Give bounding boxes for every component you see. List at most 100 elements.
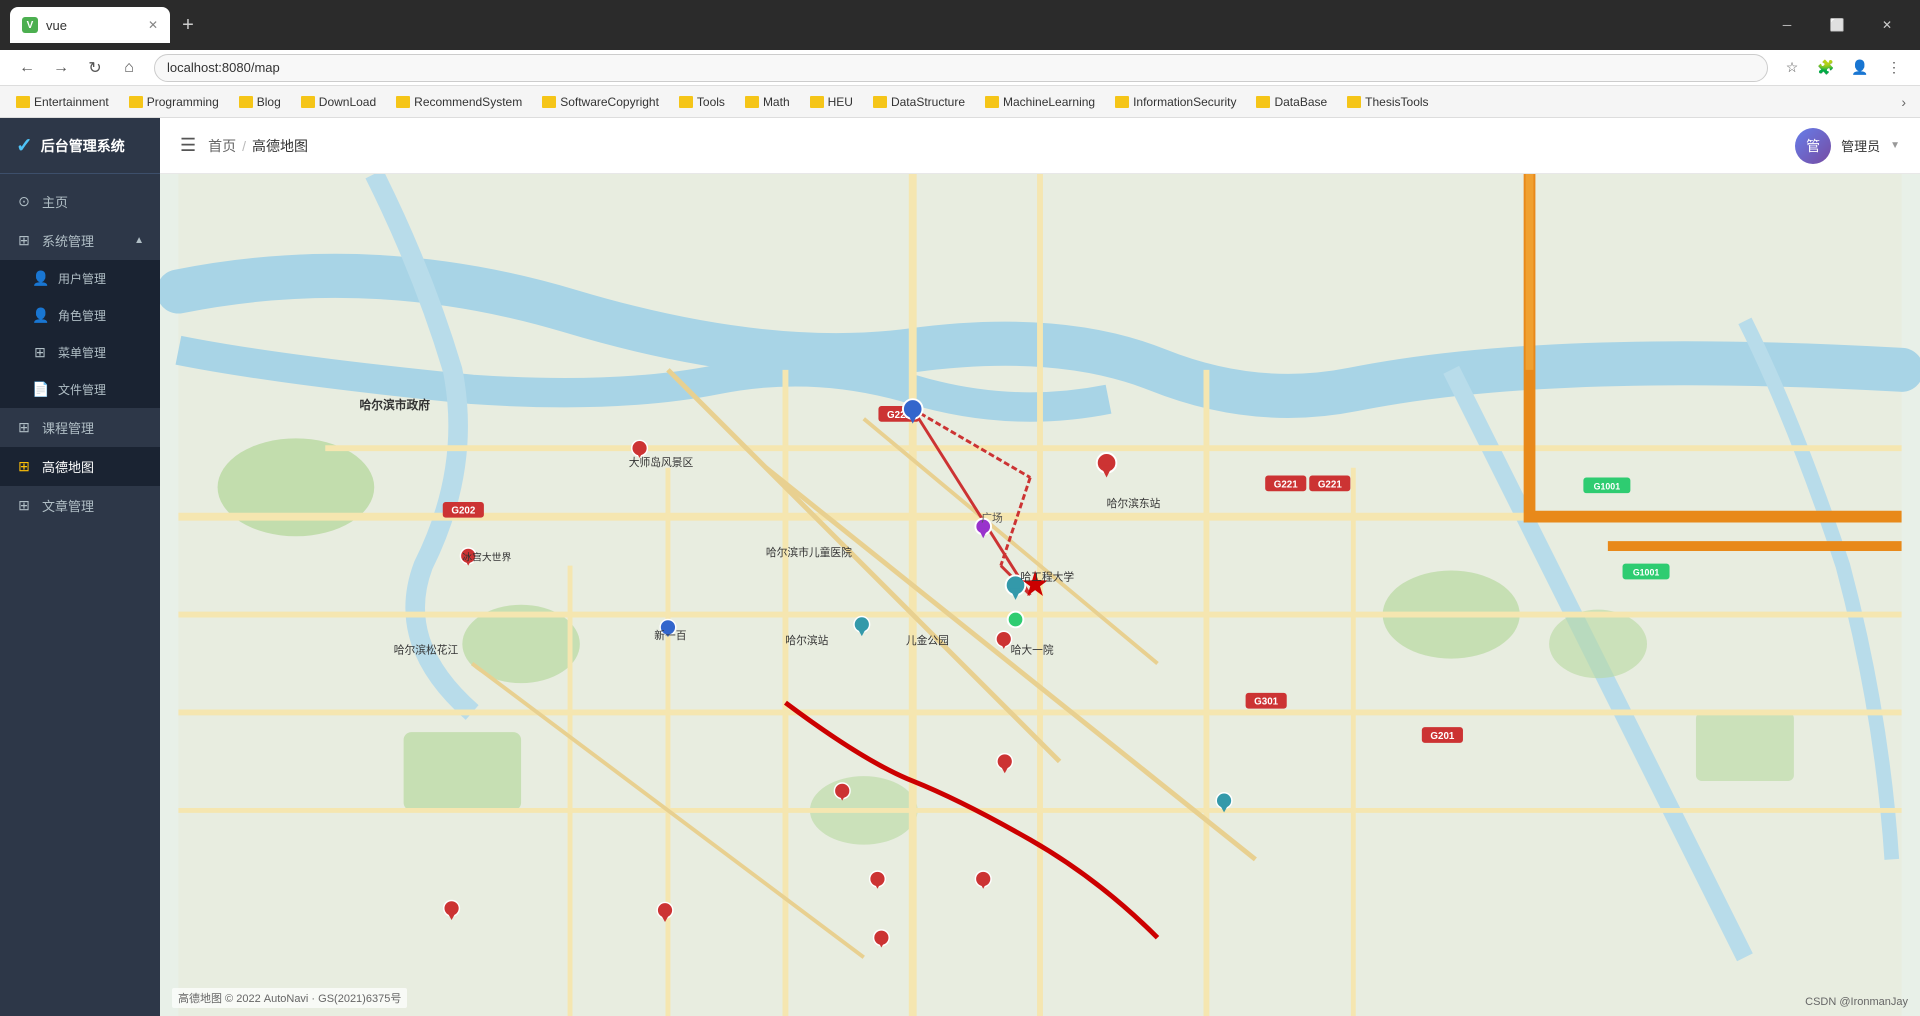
new-tab-button[interactable]: + [174, 11, 202, 39]
svg-text:广场: 广场 [981, 512, 1003, 525]
folder-icon [679, 96, 693, 108]
svg-text:G201: G201 [1430, 731, 1454, 742]
top-bar: ☰ 首页 / 高德地图 管 管理员 ▼ [160, 118, 1920, 174]
folder-icon [1115, 96, 1129, 108]
sidebar-menu: ⊙ 主页 ⊞ 系统管理 ▲ 👤 用户管理 👤 角色管理 ⊞ 菜单管 [0, 174, 160, 1016]
sidebar-item-courses[interactable]: ⊞ 课程管理 [0, 408, 160, 447]
sidebar-item-label: 角色管理 [58, 307, 106, 324]
bookmark-download[interactable]: DownLoad [293, 93, 384, 111]
bookmark-machinelearning[interactable]: MachineLearning [977, 93, 1103, 111]
breadcrumb-home[interactable]: 首页 [208, 136, 236, 156]
minimize-button[interactable]: ─ [1764, 10, 1810, 40]
tab-label: vue [46, 18, 67, 33]
forward-button[interactable]: → [46, 53, 76, 83]
sidebar-item-roles[interactable]: 👤 角色管理 [0, 297, 160, 334]
svg-text:哈尔滨站: 哈尔滨站 [785, 634, 828, 647]
nav-controls: ← → ↻ ⌂ [12, 53, 144, 83]
sidebar-item-system[interactable]: ⊞ 系统管理 ▲ [0, 221, 160, 260]
svg-text:G1001: G1001 [1633, 567, 1660, 577]
sidebar-item-label: 主页 [42, 192, 68, 211]
svg-text:G221: G221 [1274, 479, 1298, 490]
sidebar-item-label: 菜单管理 [58, 344, 106, 361]
bookmark-programming[interactable]: Programming [121, 93, 227, 111]
bookmark-datastructure[interactable]: DataStructure [865, 93, 973, 111]
map-container[interactable]: G222 G221 G221 G301 G201 G202 G1001 G100… [160, 174, 1920, 1016]
maximize-button[interactable]: ⬜ [1814, 10, 1860, 40]
user-icon: 👤 [32, 270, 48, 287]
bookmark-tools[interactable]: Tools [671, 93, 733, 111]
main-layout: ✓ 后台管理系统 ⊙ 主页 ⊞ 系统管理 ▲ 👤 用户管理 👤 角色管理 [0, 118, 1920, 1016]
sidebar-item-label: 文件管理 [58, 381, 106, 398]
url-input[interactable] [154, 54, 1768, 82]
breadcrumb-current: 高德地图 [252, 136, 308, 156]
sidebar-item-files[interactable]: 📄 文件管理 [0, 371, 160, 408]
active-tab[interactable]: V vue ✕ [10, 7, 170, 43]
home-button[interactable]: ⌂ [114, 53, 144, 83]
sidebar-item-menus[interactable]: ⊞ 菜单管理 [0, 334, 160, 371]
browser-chrome: V vue ✕ + ─ ⬜ ✕ [0, 0, 1920, 50]
address-bar: ← → ↻ ⌂ ☆ 🧩 👤 ⋮ [0, 50, 1920, 86]
file-icon: 📄 [32, 381, 48, 398]
svg-text:哈大一院: 哈大一院 [1011, 644, 1054, 657]
sidebar-item-label: 系统管理 [42, 231, 94, 250]
window-controls: ─ ⬜ ✕ [1764, 10, 1910, 40]
bookmark-heu[interactable]: HEU [802, 93, 861, 111]
bookmark-blog[interactable]: Blog [231, 93, 289, 111]
svg-text:哈工程大学: 哈工程大学 [1020, 570, 1074, 583]
svg-text:哈尔滨东站: 哈尔滨东站 [1107, 497, 1161, 510]
bookmarks-more-button[interactable]: › [1895, 92, 1912, 112]
star-icon[interactable]: ☆ [1778, 54, 1806, 82]
expand-arrow: ▲ [134, 235, 144, 246]
admin-dropdown-arrow[interactable]: ▼ [1890, 140, 1900, 151]
svg-text:哈尔滨市政府: 哈尔滨市政府 [360, 398, 431, 412]
bookmark-math[interactable]: Math [737, 93, 798, 111]
sidebar-item-label: 高德地图 [42, 457, 94, 476]
sidebar-item-users[interactable]: 👤 用户管理 [0, 260, 160, 297]
settings-icon[interactable]: ⋮ [1880, 54, 1908, 82]
system-icon: ⊞ [16, 232, 32, 249]
bookmarks-bar: Entertainment Programming Blog DownLoad … [0, 86, 1920, 118]
folder-icon [873, 96, 887, 108]
bookmark-entertainment[interactable]: Entertainment [8, 93, 117, 111]
account-icon[interactable]: 👤 [1846, 54, 1874, 82]
sidebar-item-label: 用户管理 [58, 270, 106, 287]
map-attribution-right: CSDN @IronmanJay [1805, 996, 1908, 1008]
folder-icon [301, 96, 315, 108]
system-submenu: 👤 用户管理 👤 角色管理 ⊞ 菜单管理 📄 文件管理 [0, 260, 160, 408]
map-icon: ⊞ [16, 458, 32, 475]
folder-icon [985, 96, 999, 108]
tab-bar: V vue ✕ + [10, 0, 1756, 50]
folder-icon [129, 96, 143, 108]
svg-text:G301: G301 [1254, 697, 1278, 708]
sidebar-item-articles[interactable]: ⊞ 文章管理 [0, 486, 160, 525]
tab-close-button[interactable]: ✕ [148, 18, 158, 32]
content-area: ☰ 首页 / 高德地图 管 管理员 ▼ [160, 118, 1920, 1016]
map-svg: G222 G221 G221 G301 G201 G202 G1001 G100… [160, 174, 1920, 1016]
svg-text:G202: G202 [451, 506, 475, 517]
course-icon: ⊞ [16, 419, 32, 436]
tab-favicon: V [22, 17, 38, 33]
hamburger-button[interactable]: ☰ [180, 135, 196, 156]
bookmark-informationsecurity[interactable]: InformationSecurity [1107, 93, 1244, 111]
home-icon: ⊙ [16, 193, 32, 210]
svg-text:儿金公园: 儿金公园 [906, 634, 949, 647]
breadcrumb-separator: / [242, 138, 246, 154]
bookmark-thesistools[interactable]: ThesisTools [1339, 93, 1436, 111]
article-icon: ⊞ [16, 497, 32, 514]
folder-icon [1347, 96, 1361, 108]
bookmark-softwarecopyright[interactable]: SoftwareCopyright [534, 93, 667, 111]
bookmark-recommendsystem[interactable]: RecommendSystem [388, 93, 530, 111]
logo-icon: ✓ [16, 133, 33, 158]
refresh-button[interactable]: ↻ [80, 53, 110, 83]
avatar: 管 [1795, 128, 1831, 164]
close-button[interactable]: ✕ [1864, 10, 1910, 40]
sidebar-logo: ✓ 后台管理系统 [0, 118, 160, 174]
extension-icon[interactable]: 🧩 [1812, 54, 1840, 82]
folder-icon [1256, 96, 1270, 108]
sidebar-item-map[interactable]: ⊞ 高德地图 [0, 447, 160, 486]
sidebar-item-home[interactable]: ⊙ 主页 [0, 182, 160, 221]
bookmark-database[interactable]: DataBase [1248, 93, 1335, 111]
role-icon: 👤 [32, 307, 48, 324]
back-button[interactable]: ← [12, 53, 42, 83]
map-attribution: 高德地图 © 2022 AutoNavi · GS(2021)6375号 [172, 988, 407, 1008]
